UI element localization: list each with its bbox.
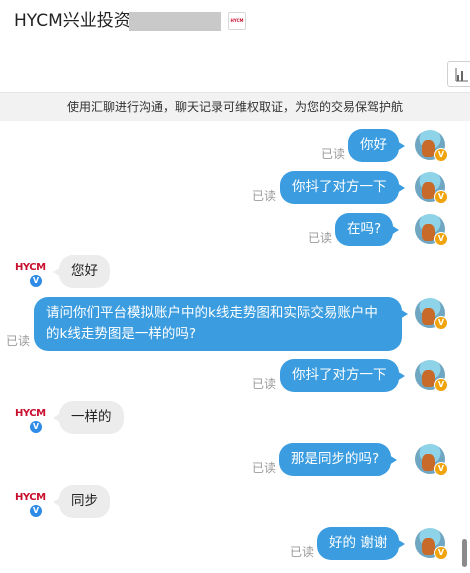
verified-icon: V	[434, 378, 448, 392]
hycm-logo: HYCM	[15, 408, 46, 419]
message-bubble[interactable]: 同步	[53, 485, 110, 518]
verified-icon: V	[434, 316, 448, 330]
user-avatar[interactable]: V	[415, 528, 448, 560]
hycm-avatar[interactable]: HYCM V	[15, 404, 46, 434]
verified-icon: V	[434, 546, 448, 560]
message-bubble[interactable]: 在吗?	[335, 213, 400, 246]
chart-icon[interactable]	[447, 61, 470, 87]
read-receipt: 已读	[252, 189, 277, 203]
verified-icon: V	[434, 148, 448, 162]
message-bubble[interactable]: 那是同步的吗?	[279, 443, 398, 476]
verified-icon: V	[29, 504, 43, 518]
message-bubble[interactable]: 请问你们平台模拟账户中的k线走势图和实际交易账户中的k线走势图是一样的吗?	[34, 297, 408, 351]
read-receipt: 已读	[308, 231, 333, 245]
message-bubble[interactable]: 一样的	[53, 401, 124, 434]
user-avatar[interactable]: V	[415, 172, 448, 204]
read-receipt: 已读	[252, 461, 277, 475]
hycm-logo: HYCM	[15, 492, 46, 503]
redacted-title-block	[129, 12, 221, 31]
verified-icon: V	[434, 232, 448, 246]
verified-icon: V	[29, 420, 43, 434]
hycm-avatar[interactable]: HYCM V	[15, 258, 46, 288]
brand-badge-icon[interactable]: HYCM	[228, 12, 246, 30]
verified-icon: V	[434, 462, 448, 476]
read-receipt: 已读	[6, 334, 31, 348]
message-bubble[interactable]: 你抖了对方一下	[280, 359, 404, 392]
verified-icon: V	[434, 190, 448, 204]
message-bubble[interactable]: 你抖了对方一下	[280, 171, 404, 204]
privacy-notice: 使用汇聊进行沟通，聊天记录可维权取证，为您的交易保驾护航	[0, 92, 470, 122]
verified-icon: V	[29, 274, 43, 288]
hycm-avatar[interactable]: HYCM V	[15, 488, 46, 518]
read-receipt: 已读	[252, 377, 277, 391]
read-receipt: 已读	[321, 147, 346, 161]
read-receipt: 已读	[290, 545, 315, 559]
chat-title: HYCM兴业投资	[14, 11, 131, 31]
message-bubble[interactable]: 你好	[348, 129, 405, 162]
scrollbar-thumb[interactable]	[462, 539, 467, 567]
user-avatar[interactable]: V	[415, 298, 448, 330]
message-bubble[interactable]: 好的 谢谢	[317, 527, 406, 560]
user-avatar[interactable]: V	[415, 214, 448, 246]
user-avatar[interactable]: V	[415, 360, 448, 392]
message-bubble[interactable]: 您好	[53, 255, 110, 288]
message-list[interactable]: 已读 你好 V 已读 你抖了对方一下 V 已读 在吗? V HYCM V 您好 已…	[0, 121, 470, 573]
chat-header: HYCM兴业投资 HYCM	[0, 0, 470, 92]
hycm-logo: HYCM	[15, 262, 46, 273]
user-avatar[interactable]: V	[415, 130, 448, 162]
user-avatar[interactable]: V	[415, 444, 448, 476]
